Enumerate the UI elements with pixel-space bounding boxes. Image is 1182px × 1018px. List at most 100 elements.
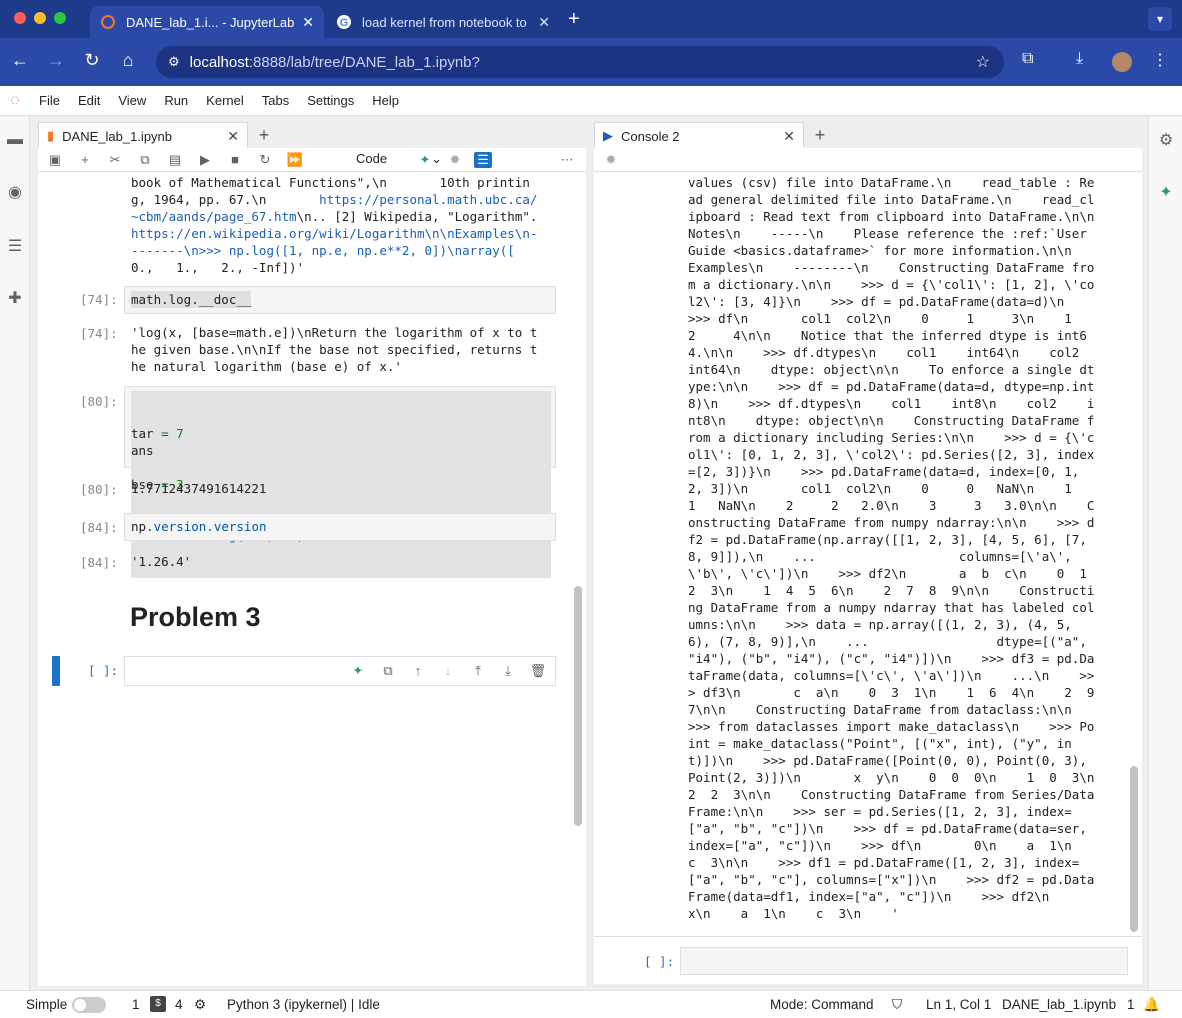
link-text[interactable]: https://personal.math.ubc.ca/ bbox=[319, 192, 537, 207]
menu-run[interactable]: Run bbox=[155, 93, 197, 108]
bookmark-star-icon[interactable]: ☆ bbox=[976, 52, 990, 72]
menu-edit[interactable]: Edit bbox=[69, 93, 109, 108]
ai-assistant-icon[interactable]: ✦ bbox=[1156, 182, 1176, 202]
console-output-line: "i4"), ("b", "i4"), ("c", "i4")])\n >>> … bbox=[688, 651, 1095, 666]
console-output-line: m a dictionary.\n\n >>> d = {\'col1\': [… bbox=[688, 277, 1095, 292]
new-launcher-button[interactable]: + bbox=[251, 122, 277, 148]
run-all-icon[interactable]: ⏩ bbox=[286, 152, 304, 168]
debugger-icon[interactable]: ✹ bbox=[446, 152, 464, 168]
close-tab-icon[interactable]: ✕ bbox=[302, 14, 314, 31]
svg-text:G: G bbox=[340, 17, 349, 29]
debugger-icon[interactable]: ✹ bbox=[602, 152, 620, 168]
notebook-scrollbar[interactable] bbox=[574, 586, 582, 826]
console-output-line: 2, 3])\n col1 col2\n 0 0 NaN\n 1 bbox=[688, 481, 1072, 496]
console-output-line: f2 = pd.DataFrame(np.array([[1, 2, 3], [… bbox=[688, 532, 1087, 547]
running-kernels-icon[interactable]: ◉ bbox=[5, 182, 25, 202]
delete-cell-icon[interactable]: 🗑 bbox=[529, 663, 547, 679]
console-scrollbar[interactable] bbox=[1130, 766, 1138, 932]
bell-icon[interactable]: 🔔 bbox=[1143, 997, 1160, 1013]
copy-icon[interactable]: ⧉ bbox=[136, 152, 154, 168]
output-line: 0., 1., 2., -Inf])' bbox=[131, 260, 305, 275]
table-of-contents-icon[interactable]: ☰ bbox=[5, 236, 25, 256]
console-output-line: onstructing DataFrame from numpy ndarray… bbox=[688, 515, 1095, 530]
close-tab-icon[interactable]: ✕ bbox=[538, 14, 550, 31]
window-controls bbox=[14, 12, 66, 24]
jupyter-menu-bar: ◌ File Edit View Run Kernel Tabs Setting… bbox=[0, 86, 1182, 116]
console-prompt: [ ]: bbox=[644, 954, 675, 969]
site-info-icon[interactable]: ⚙ bbox=[168, 54, 180, 70]
close-window-button[interactable] bbox=[14, 12, 26, 24]
code-cell[interactable]: np.version.version bbox=[124, 513, 556, 541]
console-output-line: 2 2 3\n\n Constructing DataFrame from Se… bbox=[688, 787, 1095, 802]
paste-icon[interactable]: ▤ bbox=[166, 152, 184, 168]
close-console-tab-icon[interactable]: ✕ bbox=[783, 128, 795, 145]
browser-tab-jupyterlab[interactable]: DANE_lab_1.i... - JupyterLab ✕ bbox=[90, 6, 324, 38]
run-icon[interactable]: ▶ bbox=[196, 152, 214, 168]
browser-tab-title: load kernel from notebook to bbox=[362, 14, 527, 30]
code-cell[interactable]: math.log.__doc__ bbox=[124, 286, 556, 314]
tab-search-button[interactable]: ▾ bbox=[1148, 7, 1172, 31]
move-down-icon[interactable]: ↓ bbox=[439, 663, 457, 678]
insert-cell-icon[interactable]: + bbox=[76, 152, 94, 167]
extensions-icon[interactable]: ⧉ bbox=[1022, 50, 1033, 68]
console-output-line: c 3\n\n >>> df1 = pd.DataFrame([1, 2, 3]… bbox=[688, 855, 1080, 870]
extensions-manager-icon[interactable]: ✚ bbox=[5, 288, 25, 308]
console-output-line: 6), (7, 8, 9)],\n ... dtype=[("a", bbox=[688, 634, 1087, 649]
property-toggle-icon[interactable]: ☰ bbox=[474, 152, 492, 168]
close-notebook-tab-icon[interactable]: ✕ bbox=[227, 128, 239, 145]
profile-avatar[interactable] bbox=[1112, 52, 1132, 72]
move-up-icon[interactable]: ↑ bbox=[409, 663, 427, 678]
console-output-line: Examples\n --------\n Constructing DataF… bbox=[688, 260, 1095, 275]
browser-menu-icon[interactable]: ⋮ bbox=[1152, 50, 1168, 70]
insert-above-icon[interactable]: ⤒ bbox=[469, 663, 487, 679]
simple-mode-toggle[interactable] bbox=[72, 997, 106, 1013]
browser-tab-google[interactable]: G load kernel from notebook to ✕ bbox=[326, 6, 560, 38]
cursor-position[interactable]: Ln 1, Col 1 bbox=[926, 997, 991, 1012]
property-inspector-icon[interactable]: ⚙ bbox=[1156, 130, 1176, 150]
console-output-line: Frame:\n\n >>> ser = pd.Series([1, 2, 3]… bbox=[688, 804, 1072, 819]
save-icon[interactable]: ▣ bbox=[46, 152, 64, 168]
maximize-window-button[interactable] bbox=[54, 12, 66, 24]
cell-output: '1.26.4' bbox=[131, 554, 192, 569]
minimize-window-button[interactable] bbox=[34, 12, 46, 24]
menu-settings[interactable]: Settings bbox=[298, 93, 363, 108]
new-tab-button[interactable]: + bbox=[568, 8, 580, 31]
reload-icon[interactable]: ↻ bbox=[80, 50, 104, 71]
status-bar: Simple 1 $ 4 ⚙ Python 3 (ipykernel) | Id… bbox=[0, 990, 1182, 1018]
insert-below-icon[interactable]: ⤓ bbox=[499, 663, 517, 679]
tab-console[interactable]: ▶ Console 2 ✕ bbox=[594, 122, 804, 149]
link-text[interactable]: ~cbm/aands/page_67.htm bbox=[131, 209, 297, 224]
menu-view[interactable]: View bbox=[109, 93, 155, 108]
file-browser-icon[interactable]: ▬ bbox=[5, 130, 25, 150]
download-icon[interactable]: ⤓ bbox=[1076, 50, 1083, 68]
restart-icon[interactable]: ↻ bbox=[256, 152, 274, 168]
cell-prompt: [84]: bbox=[80, 520, 118, 535]
menu-help[interactable]: Help bbox=[363, 93, 408, 108]
console-tab-title: Console 2 bbox=[621, 128, 680, 144]
active-cell-indicator bbox=[52, 656, 60, 686]
cell-output: 'log(x, [base=math.e])\nReturn the logar… bbox=[131, 324, 537, 375]
more-options-icon[interactable]: ⋯ bbox=[558, 152, 576, 168]
console-output-line: ["a", "b", "c"])\n >>> df = pd.DataFrame… bbox=[688, 821, 1087, 836]
new-launcher-button-right[interactable]: + bbox=[807, 122, 833, 148]
stop-icon[interactable]: ■ bbox=[226, 152, 244, 167]
ai-sparkle-icon[interactable]: ✦ bbox=[349, 663, 367, 679]
ai-sparkle-icon[interactable]: ✦ bbox=[416, 152, 434, 168]
empty-code-cell[interactable]: ✦ ⧉ ↑ ↓ ⤒ ⤓ 🗑 bbox=[124, 656, 556, 686]
console-output-line: >>> from dataclasses import make_datacla… bbox=[688, 719, 1095, 734]
browser-tab-title: DANE_lab_1.i... - JupyterLab bbox=[126, 14, 295, 30]
url-bar[interactable]: ⚙ localhost:8888/lab/tree/DANE_lab_1.ipy… bbox=[156, 46, 1004, 78]
back-icon[interactable]: ← bbox=[8, 50, 32, 71]
kernel-status[interactable]: Python 3 (ipykernel) | Idle bbox=[227, 997, 380, 1012]
duplicate-cell-icon[interactable]: ⧉ bbox=[379, 663, 397, 679]
menu-tabs[interactable]: Tabs bbox=[253, 93, 298, 108]
console-output-line: 8)\n >>> df.dtypes\n col1 int8\n col2 i bbox=[688, 396, 1095, 411]
console-input[interactable] bbox=[680, 947, 1128, 975]
forward-icon[interactable]: → bbox=[44, 50, 68, 71]
menu-kernel[interactable]: Kernel bbox=[197, 93, 253, 108]
cut-icon[interactable]: ✂ bbox=[106, 152, 124, 168]
home-icon[interactable]: ⌂ bbox=[116, 50, 140, 71]
tab-notebook[interactable]: ▮ DANE_lab_1.ipynb ✕ bbox=[38, 122, 248, 149]
code-cell[interactable]: tar = 7 bse = 3 ans = math.log(tar,bse) … bbox=[124, 386, 556, 578]
menu-file[interactable]: File bbox=[30, 93, 69, 108]
